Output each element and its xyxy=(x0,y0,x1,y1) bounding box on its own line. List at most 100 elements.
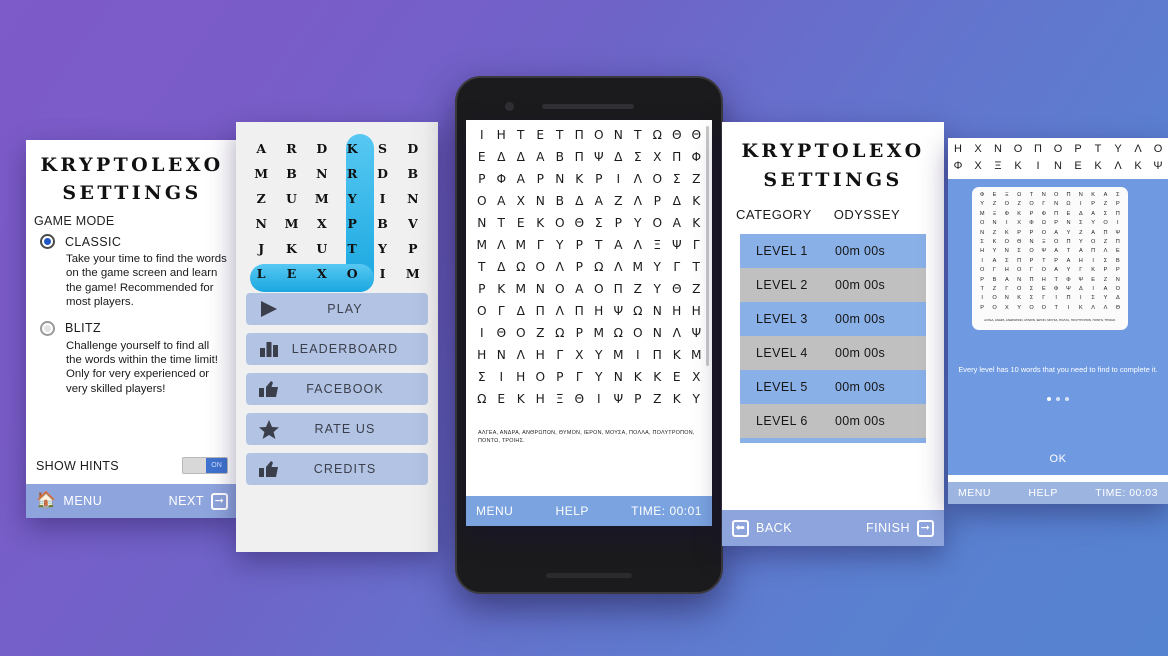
game-grid-cell: Ω xyxy=(613,326,623,340)
game-grid-cell: Π xyxy=(574,128,584,142)
finish-button[interactable]: FINISH ➞ xyxy=(866,519,934,537)
page-dot[interactable] xyxy=(1047,397,1051,401)
menu-word-grid: A R D K S D M B N R D B Z U M Y I N N M … xyxy=(236,122,438,292)
grid-scrollbar[interactable] xyxy=(706,126,709,366)
leaderboard-button[interactable]: LEADERBOARD xyxy=(246,333,428,365)
grid-cell: D xyxy=(377,166,388,181)
help-grid-cell: Ω xyxy=(1017,192,1022,198)
help-grid-cell: Α xyxy=(1066,257,1071,264)
classic-description: Take your time to find the words on the … xyxy=(66,253,227,309)
level-row[interactable]: LEVEL 6 00m 00s xyxy=(740,404,926,438)
game-grid-cell: Ε xyxy=(536,128,545,142)
menu-button[interactable]: 🏠 MENU xyxy=(36,493,102,509)
help-grid-cell: Ρ xyxy=(1017,229,1022,236)
category-value[interactable]: ODYSSEY xyxy=(834,207,900,222)
game-grid-cell: Μ xyxy=(612,348,624,362)
help-grid-cell: Φ xyxy=(1053,286,1059,293)
page-dot[interactable] xyxy=(1056,397,1060,401)
game-grid-cell: Π xyxy=(652,348,662,362)
help-grid-cell: Φ xyxy=(1004,210,1010,217)
level-row[interactable]: LEVEL 2 00m 00s xyxy=(740,268,926,302)
help-grid-cell: Π xyxy=(1054,210,1059,217)
category-label: CATEGORY xyxy=(736,207,812,222)
level-row[interactable]: LEVEL 4 00m 00s xyxy=(740,336,926,370)
game-menu-button[interactable]: MENU xyxy=(476,504,513,518)
game-grid-cell: Ψ xyxy=(691,326,702,340)
help-bg-cell: Ο xyxy=(1153,143,1163,155)
game-grid-cell: Μ xyxy=(632,260,643,274)
radio-blitz-icon[interactable] xyxy=(40,320,55,336)
grid-cell: D xyxy=(407,141,419,156)
help-grid-cell: Α xyxy=(1103,192,1108,198)
arrow-right-icon: ➞ xyxy=(211,492,228,510)
help-grid-cell: Ο xyxy=(1016,267,1022,274)
help-grid-cell: Η xyxy=(1078,257,1083,264)
game-grid-cell: Λ xyxy=(672,326,681,340)
grid-cell: V xyxy=(407,216,418,231)
next-button[interactable]: NEXT ➞ xyxy=(169,492,228,510)
game-grid-cell: Ζ xyxy=(536,326,545,340)
help-bg-cell: Κ xyxy=(1134,160,1142,172)
help-grid-cell: Ο xyxy=(1053,192,1059,198)
game-grid-cell: Β xyxy=(555,150,564,164)
play-button[interactable]: PLAY xyxy=(246,293,428,325)
radio-option-blitz[interactable]: BLITZ xyxy=(26,319,238,336)
help-grid-cell: Γ xyxy=(1042,295,1046,302)
help-bg-cell: Υ xyxy=(1114,143,1122,155)
grid-cell: U xyxy=(286,191,297,206)
help-grid-cell: Ο xyxy=(1090,239,1096,246)
game-grid-cell: Τ xyxy=(497,216,505,230)
facebook-button[interactable]: FACEBOOK xyxy=(246,373,428,405)
help-grid-cell: Σ xyxy=(1029,295,1034,302)
help-grid-cell: Ν xyxy=(1041,192,1046,198)
help-grid-cell: Α xyxy=(1103,286,1108,293)
show-hints-toggle[interactable]: ON xyxy=(182,457,228,474)
help-grid-cell: Σ xyxy=(1079,220,1083,227)
help-menu-button[interactable]: MENU xyxy=(958,487,991,499)
game-help-button[interactable]: HELP xyxy=(556,504,589,518)
help-grid-cell: Ρ xyxy=(980,304,985,311)
radio-option-classic[interactable]: CLASSIC xyxy=(26,232,238,249)
help-bg-cell: Ρ xyxy=(1074,143,1082,155)
main-menu-screen: A R D K S D M B N R D B Z U M Y I N N M … xyxy=(236,122,438,552)
game-grid-cell: Ψ xyxy=(613,392,624,406)
game-grid-cell: Λ xyxy=(633,238,642,252)
game-grid-cell: Σ xyxy=(594,216,603,230)
game-grid-cell: Κ xyxy=(672,348,681,362)
level-row[interactable]: LEVEL 5 00m 00s xyxy=(740,370,926,404)
help-help-button[interactable]: HELP xyxy=(1028,487,1057,499)
game-grid-cell: Μ xyxy=(476,238,487,252)
game-screen: ΙΗΤΕΤΠΟΝΤΩΘΘΕΔΔΑΒΠΨΔΣΧΠΦΡΦΑΡΝΚΡΙΛΟΣΖΟΑΧΝ… xyxy=(466,120,712,526)
page-dot[interactable] xyxy=(1065,397,1069,401)
game-grid-cell: Ξ xyxy=(555,392,564,406)
help-grid-cell: Ρ xyxy=(1054,220,1059,227)
help-page-dots[interactable] xyxy=(948,397,1168,401)
game-grid-cell: Ζ xyxy=(692,282,701,296)
game-letter-grid[interactable]: ΙΗΤΕΤΠΟΝΤΩΘΘΕΔΔΑΒΠΨΔΣΧΠΦΡΦΑΡΝΚΡΙΛΟΣΖΟΑΧΝ… xyxy=(466,120,712,412)
game-grid-cell: Η xyxy=(691,304,701,318)
radio-classic-icon[interactable] xyxy=(40,234,55,249)
credits-button[interactable]: CREDITS xyxy=(246,453,428,485)
help-grid-cell: Π xyxy=(1066,295,1071,302)
level-row[interactable]: LEVEL 1 00m 00s xyxy=(740,234,926,268)
help-grid-cell: Ο xyxy=(1041,229,1046,236)
game-grid-cell: Η xyxy=(496,128,506,142)
level-row[interactable]: LEVEL 3 00m 00s xyxy=(740,302,926,336)
help-grid-cell: Τ xyxy=(1066,248,1071,255)
help-grid-cell: Γ xyxy=(1029,267,1034,274)
game-grid-cell: Ζ xyxy=(614,194,623,208)
game-grid-cell: Θ xyxy=(574,216,585,230)
back-button[interactable]: ⬅ BACK xyxy=(732,519,792,537)
thumbs-up-icon xyxy=(254,460,284,478)
help-screen: ΗΧΝΟΠΟΡΤΥΛΟ ΦΧΞΚΙΝΕΚΛΚΨ ΦΕΞΩΤΝΟΠΝΚΑΣΥΖΟΖ… xyxy=(948,138,1168,504)
rate-us-button[interactable]: RATE US xyxy=(246,413,428,445)
ok-button[interactable]: OK xyxy=(1015,450,1101,468)
help-grid-cell: Π xyxy=(1091,248,1096,255)
category-row: CATEGORY ODYSSEY xyxy=(722,207,944,234)
game-grid-cell: Τ xyxy=(517,128,525,142)
credits-button-label: CREDITS xyxy=(313,462,377,476)
help-grid-cell: Σ xyxy=(1005,257,1009,264)
help-message: Every level has 10 words that you need t… xyxy=(958,365,1158,374)
help-grid-cell: Σ xyxy=(1103,257,1108,264)
game-grid-cell: Ο xyxy=(535,260,546,274)
